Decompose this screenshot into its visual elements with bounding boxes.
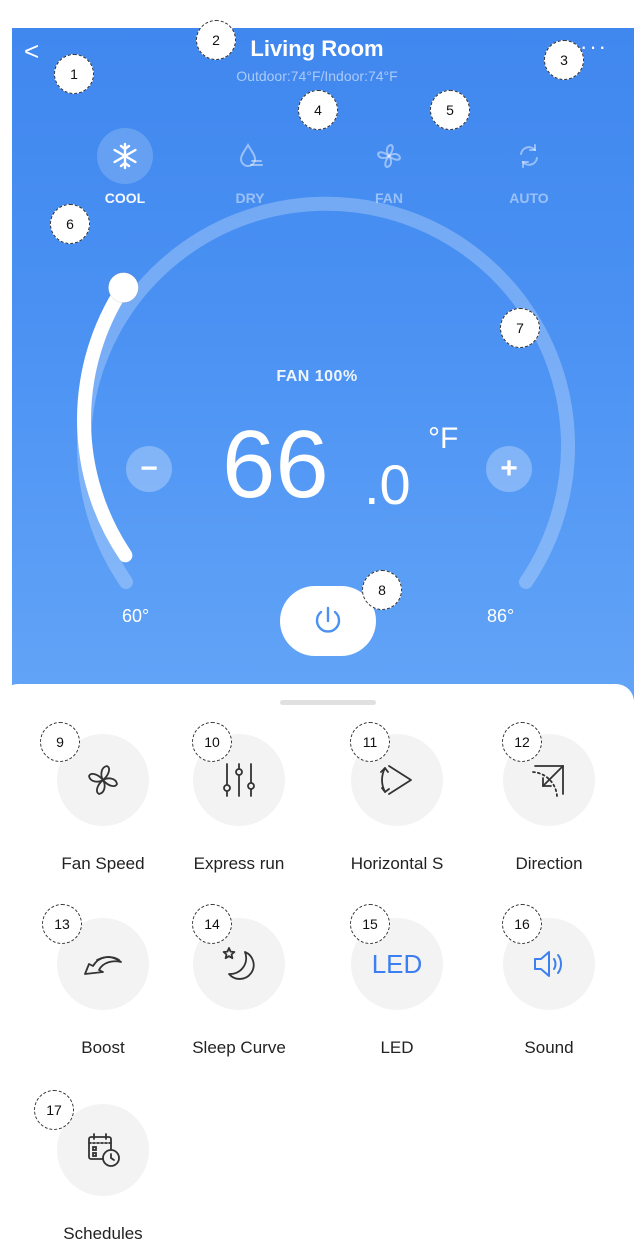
feature-label: Schedules	[63, 1224, 143, 1243]
feature-label: Horizontal S	[350, 854, 444, 873]
fan-speed-readout: FAN 100%	[276, 368, 358, 385]
dial-track	[77, 196, 575, 589]
feature-label: LED	[380, 1038, 414, 1057]
dial-knob	[107, 272, 139, 304]
temperature-integer: 66	[222, 411, 329, 518]
annotation-badge: 1	[54, 54, 94, 94]
feature-direction[interactable]: Direction	[474, 734, 624, 874]
annotation-badge: 14	[192, 904, 232, 944]
annotation-badge: 10	[192, 722, 232, 762]
temperature-setpoint: 66 .0 °F	[222, 410, 458, 520]
annotation-badge: 8	[362, 570, 402, 610]
annotation-badge: 15	[350, 904, 390, 944]
dial-max-label: 86°	[487, 606, 515, 626]
annotation-badge: 2	[196, 20, 236, 60]
feature-sleep-curve[interactable]: Sleep Curve	[164, 918, 314, 1058]
feature-label: Express run	[193, 854, 285, 873]
annotation-badge: 7	[500, 308, 540, 348]
annotation-badge: 13	[42, 904, 82, 944]
feature-label: Sound	[524, 1038, 574, 1057]
annotation-badge: 9	[40, 722, 80, 762]
annotation-badge: 5	[430, 90, 470, 130]
annotation-badge: 12	[502, 722, 542, 762]
dial-min-label: 60°	[122, 606, 150, 626]
annotation-badge: 11	[350, 722, 390, 762]
sheet-drag-handle[interactable]	[280, 700, 376, 705]
annotation-badge: 4	[298, 90, 338, 130]
increase-temperature-button[interactable]: +	[486, 446, 532, 492]
annotation-badge: 3	[544, 40, 584, 80]
annotation-badge: 16	[502, 904, 542, 944]
annotation-badge: 6	[50, 204, 90, 244]
feature-express-run[interactable]: Express run	[164, 734, 314, 874]
feature-sound[interactable]: Sound	[474, 918, 624, 1058]
feature-horizontal-swing[interactable]: Horizontal S	[322, 734, 472, 874]
feature-label: Fan Speed	[61, 854, 145, 873]
feature-led[interactable]: LED LED	[322, 918, 472, 1058]
feature-label: Direction	[515, 854, 583, 873]
decrease-temperature-button[interactable]: −	[126, 446, 172, 492]
annotation-badge: 17	[34, 1090, 74, 1130]
feature-label: Boost	[81, 1038, 125, 1057]
power-button[interactable]	[280, 586, 376, 656]
temperature-unit: °F	[428, 422, 459, 455]
temperature-decimal: .0	[364, 453, 411, 516]
power-icon	[315, 606, 341, 633]
led-icon-text: LED	[371, 948, 423, 979]
feature-label: Sleep Curve	[192, 1038, 286, 1057]
